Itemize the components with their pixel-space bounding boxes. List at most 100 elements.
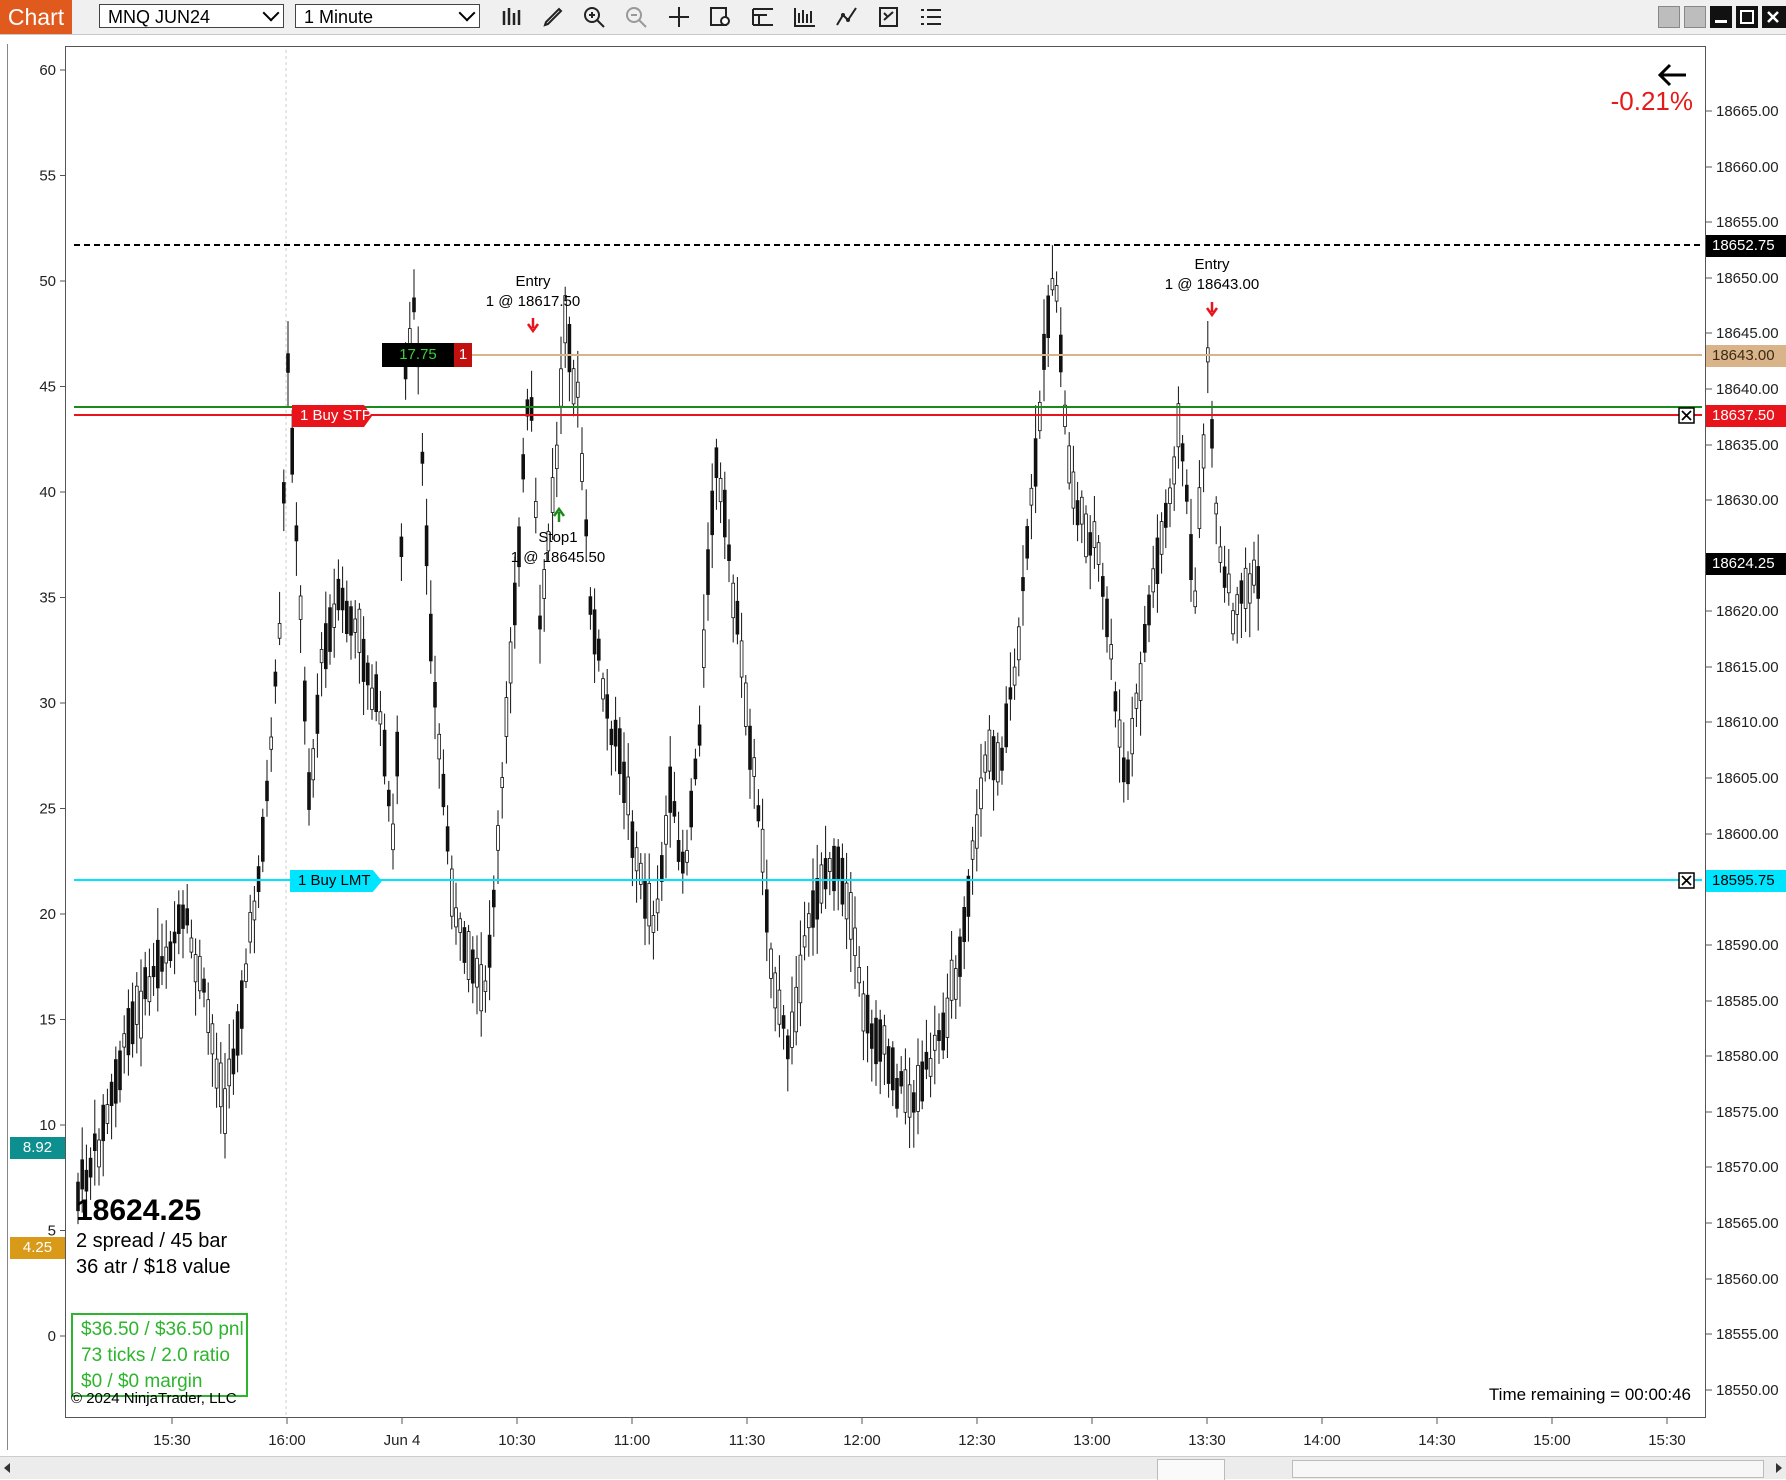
price-tick-label: 18615.00 [1716, 659, 1779, 676]
legend-last-price: 18624.25 [76, 1194, 202, 1227]
stop-price-badge: 18637.50 [1706, 405, 1786, 427]
candle-body [290, 427, 294, 475]
candle-body [172, 931, 177, 944]
candle-body [84, 1169, 89, 1192]
candle-body [1222, 566, 1227, 588]
candle-body [975, 814, 979, 849]
candle-body [491, 889, 496, 908]
candle-body [168, 941, 173, 962]
candle-body [1017, 626, 1021, 661]
time-tick-label: 12:00 [843, 1432, 881, 1449]
last-price-badge: 18624.25 [1706, 553, 1786, 575]
indicator-tick-label: 15 [39, 1012, 56, 1029]
candle-body [449, 868, 454, 917]
candle-body [340, 587, 345, 611]
candle-body [1172, 456, 1177, 485]
candle-body [832, 845, 836, 892]
scroll-right-icon[interactable] [1776, 1463, 1782, 1473]
buy-limit-order-label[interactable]: 1 Buy LMT [290, 870, 382, 892]
position-pnl-label[interactable]: 17.75 [382, 343, 454, 367]
candle-body [970, 840, 975, 860]
price-chart[interactable]: 605550454035302520151050 18665.0018660.0… [0, 0, 1786, 1478]
time-tick-label: 14:00 [1303, 1432, 1341, 1449]
candle-body [1050, 278, 1055, 291]
time-tick-label: 11:30 [729, 1432, 765, 1449]
copyright: © 2024 NinjaTrader, LLC [71, 1390, 237, 1407]
candle-body [861, 993, 866, 1032]
candle-body [370, 687, 374, 710]
price-tick-label: 18665.00 [1716, 103, 1779, 120]
cancel-stop-order-icon[interactable] [1678, 407, 1695, 424]
candle-body [723, 489, 727, 538]
candle-body [865, 994, 870, 1034]
candle-body [500, 777, 504, 789]
candle-body [1243, 567, 1248, 609]
time-tick-label: 13:00 [1073, 1432, 1111, 1449]
candlestick-series [76, 245, 1261, 1225]
candle-body [433, 682, 437, 708]
candle-body [1256, 566, 1261, 599]
candle-body [1231, 610, 1235, 635]
candle-body [265, 780, 269, 802]
candle-body [1008, 687, 1013, 700]
candle-body [395, 731, 399, 777]
candle-body [206, 999, 211, 1033]
scroll-tab[interactable] [1157, 1459, 1225, 1480]
candle-body [1218, 546, 1223, 563]
pnl-line: $36.50 / $36.50 pnl [81, 1319, 244, 1340]
price-tick-label: 18555.00 [1716, 1326, 1779, 1343]
candle-body [718, 477, 723, 503]
candle-body [760, 828, 765, 873]
candle-body [643, 881, 647, 919]
price-tick-label: 18565.00 [1716, 1215, 1779, 1232]
back-arrow-icon[interactable] [1657, 63, 1686, 87]
candle-body [260, 816, 265, 862]
candle-body [1109, 644, 1114, 660]
candle-body [790, 1011, 794, 1048]
candle-body [731, 582, 735, 619]
indicator-tick-label: 45 [39, 379, 56, 396]
candle-body [676, 840, 681, 862]
candle-body [618, 728, 622, 775]
candle-body [983, 754, 987, 773]
candle-body [1138, 663, 1143, 701]
candle-body [126, 1008, 131, 1056]
scroll-thumb[interactable] [1292, 1460, 1764, 1478]
candle-body [458, 918, 462, 933]
candle-body [428, 613, 433, 662]
time-tick-label: 15:30 [153, 1432, 191, 1449]
candle-body [786, 1035, 790, 1060]
scroll-left-icon[interactable] [4, 1463, 10, 1473]
candle-body [1025, 526, 1030, 559]
candle-body [1134, 692, 1139, 709]
price-tick-label: 18605.00 [1716, 770, 1779, 787]
candle-body [811, 890, 815, 928]
candle-body [962, 907, 966, 943]
candle-body [1105, 598, 1109, 638]
candle-body [702, 629, 706, 668]
candle-body [874, 1017, 878, 1065]
candle-body [1029, 487, 1034, 506]
candle-body [508, 641, 513, 684]
candle-body [807, 913, 811, 929]
price-tick-label: 18660.00 [1716, 159, 1779, 176]
indicator-tick-label: 40 [39, 484, 56, 501]
cancel-limit-order-icon[interactable] [1678, 872, 1695, 889]
candle-body [244, 963, 248, 982]
candle-body [697, 724, 702, 746]
buy-stop-order-label[interactable]: 1 Buy STP [292, 405, 372, 427]
stop-annotation: Stop1 1 @ 18645.50 [505, 528, 611, 568]
indicator-tick-label: 60 [39, 62, 56, 79]
horizontal-scrollbar[interactable] [0, 1456, 1786, 1480]
price-tick-label: 18650.00 [1716, 270, 1779, 287]
candle-body [668, 766, 672, 813]
candle-body [1164, 502, 1168, 528]
price-tick-label: 18575.00 [1716, 1104, 1779, 1121]
candle-body [706, 549, 710, 595]
candle-body [802, 935, 807, 948]
candle-body [386, 789, 391, 807]
candle-body [597, 638, 601, 661]
price-tick-label: 18600.00 [1716, 826, 1779, 843]
position-quantity-label[interactable]: 1 [454, 343, 472, 367]
candle-body [571, 368, 576, 405]
